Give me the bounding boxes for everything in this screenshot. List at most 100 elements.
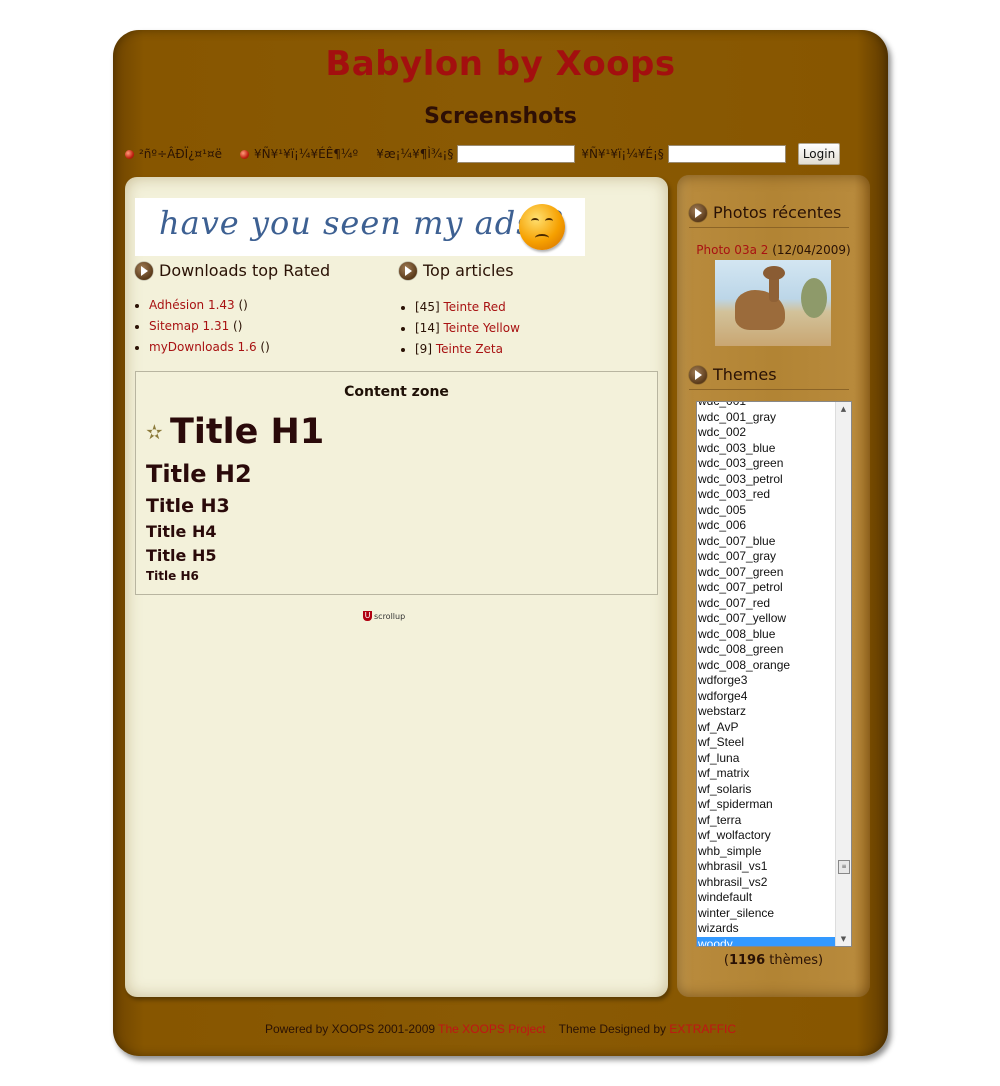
- photo-tree: [801, 278, 827, 318]
- lost-password-link[interactable]: ¥Ñ¥¹¥ï¡¼¥ÉÊ¶¼º: [254, 147, 358, 161]
- login-button[interactable]: Login: [797, 143, 841, 165]
- download-link[interactable]: myDownloads 1.6: [149, 340, 257, 354]
- article-link[interactable]: Teinte Red: [443, 300, 505, 314]
- login-bar: ²ñº÷ÂÐÏ¿¤¹¤ë ¥Ñ¥¹¥ï¡¼¥ÉÊ¶¼º ¥æ¡¼¥¶Ì¾¡§ ¥…: [125, 142, 885, 166]
- heading-h6: Title H6: [146, 569, 199, 583]
- password-label: ¥Ñ¥¹¥ï¡¼¥É¡§: [581, 147, 664, 161]
- themes-block-label: Themes: [713, 365, 777, 384]
- downloads-block-title: Downloads top Rated: [135, 261, 330, 280]
- theme-option[interactable]: whbrasil_vs2: [697, 875, 835, 891]
- articles-block-label: Top articles: [423, 261, 514, 280]
- theme-option[interactable]: wf_wolfactory: [697, 828, 835, 844]
- photo-thumbnail[interactable]: [715, 260, 831, 346]
- theme-option[interactable]: woody: [697, 936, 835, 946]
- arrow-right-icon: [135, 261, 153, 280]
- theme-option[interactable]: wdc_006: [697, 518, 835, 534]
- article-link[interactable]: Teinte Yellow: [443, 321, 519, 335]
- bullet-icon: [240, 149, 250, 159]
- articles-block-title: Top articles: [399, 261, 514, 280]
- article-link[interactable]: Teinte Zeta: [436, 342, 503, 356]
- list-item: Adhésion 1.43 (): [149, 295, 270, 316]
- arrow-right-icon: [689, 365, 707, 384]
- theme-option[interactable]: wdc_003_blue: [697, 441, 835, 457]
- footer-powered: Powered by XOOPS 2001-2009: [264, 1022, 439, 1036]
- theme-option[interactable]: wizards: [697, 921, 835, 937]
- scrollbar-thumb[interactable]: ≡: [838, 860, 850, 874]
- designer-link[interactable]: EXTRAFFIC: [669, 1022, 736, 1036]
- divider: [689, 389, 849, 390]
- right-sidebar: Photos récentes Photo 03a 2 (12/04/2009)…: [677, 175, 870, 997]
- heading-h5: Title H5: [146, 546, 217, 565]
- content-zone-title: Content zone: [344, 384, 449, 400]
- list-item: Sitemap 1.31 (): [149, 316, 270, 337]
- theme-option[interactable]: wf_solaris: [697, 782, 835, 798]
- theme-option[interactable]: wdc_007_gray: [697, 549, 835, 565]
- articles-list: [45] Teinte Red [14] Teinte Yellow [9] T…: [401, 297, 520, 360]
- list-scrollbar[interactable]: ▲ ≡ ▼: [835, 402, 851, 946]
- list-item: [9] Teinte Zeta: [415, 339, 520, 360]
- theme-option[interactable]: wdc_008_green: [697, 642, 835, 658]
- photo-title-link[interactable]: Photo 03a 2: [696, 243, 768, 257]
- theme-option[interactable]: wdc_005: [697, 503, 835, 519]
- scrollup-button[interactable]: U scrollup: [363, 611, 405, 621]
- theme-option[interactable]: wf_Steel: [697, 735, 835, 751]
- theme-select-list[interactable]: wdc_001 wdc_001_gray wdc_002 wdc_003_blue wd…: [696, 401, 852, 947]
- list-item: [45] Teinte Red: [415, 297, 520, 318]
- photos-block-label: Photos récentes: [713, 203, 842, 222]
- theme-option[interactable]: wdc_002: [697, 425, 835, 441]
- page-frame: Babylon by Xoops Screenshots ²ñº÷ÂÐÏ¿¤¹¤…: [113, 30, 888, 1056]
- theme-option[interactable]: wdc_007_petrol: [697, 580, 835, 596]
- register-link[interactable]: ²ñº÷ÂÐÏ¿¤¹¤ë: [139, 147, 222, 161]
- theme-option[interactable]: whbrasil_vs1: [697, 859, 835, 875]
- scroll-up-arrow-icon[interactable]: ▲: [836, 402, 851, 416]
- theme-count: (1196 thèmes): [677, 953, 870, 968]
- password-input[interactable]: [667, 145, 786, 163]
- theme-option[interactable]: wf_spiderman: [697, 797, 835, 813]
- download-link[interactable]: Sitemap 1.31: [149, 319, 229, 333]
- theme-option[interactable]: windefault: [697, 890, 835, 906]
- footer: Powered by XOOPS 2001-2009 The XOOPS Pro…: [113, 1022, 888, 1036]
- xoops-project-link[interactable]: The XOOPS Project: [438, 1022, 545, 1036]
- downloads-list: Adhésion 1.43 () Sitemap 1.31 () myDownl…: [135, 295, 270, 358]
- theme-option[interactable]: wdc_003_red: [697, 487, 835, 503]
- bullet-icon: [125, 149, 134, 159]
- theme-option[interactable]: wdc_007_red: [697, 596, 835, 612]
- ads-text: have you seen my ads ?: [159, 204, 563, 242]
- download-suffix: (): [229, 319, 243, 333]
- theme-option[interactable]: wdc_007_green: [697, 565, 835, 581]
- theme-option[interactable]: wf_luna: [697, 751, 835, 767]
- downloads-block-label: Downloads top Rated: [159, 261, 331, 280]
- download-suffix: (): [256, 340, 270, 354]
- theme-option[interactable]: wf_terra: [697, 813, 835, 829]
- count-number: 1196: [728, 953, 766, 968]
- photo-date: (12/04/2009): [768, 243, 851, 257]
- theme-option[interactable]: wdc_008_orange: [697, 658, 835, 674]
- theme-option[interactable]: wf_matrix: [697, 766, 835, 782]
- scroll-down-arrow-icon[interactable]: ▼: [836, 932, 851, 946]
- arrow-right-icon: [689, 203, 707, 222]
- theme-option[interactable]: wf_AvP: [697, 720, 835, 736]
- theme-option[interactable]: wdc_001: [697, 402, 835, 410]
- theme-option[interactable]: wdc_003_petrol: [697, 472, 835, 488]
- theme-option[interactable]: wdc_007_yellow: [697, 611, 835, 627]
- list-item: [14] Teinte Yellow: [415, 318, 520, 339]
- site-slogan: Screenshots: [424, 104, 577, 129]
- theme-options: wdc_001 wdc_001_gray wdc_002 wdc_003_blue wd…: [697, 402, 835, 946]
- ads-banner[interactable]: have you seen my ads ?: [135, 198, 585, 256]
- theme-option[interactable]: wdforge3: [697, 673, 835, 689]
- download-link[interactable]: Adhésion 1.43: [149, 298, 235, 312]
- theme-option[interactable]: whb_simple: [697, 844, 835, 860]
- content-zone: Content zone ✫ Title H1 Title H2 Title H…: [135, 371, 658, 595]
- theme-option[interactable]: wdc_008_blue: [697, 627, 835, 643]
- article-count: [9]: [415, 342, 436, 356]
- theme-option[interactable]: wdc_001_gray: [697, 410, 835, 426]
- theme-option[interactable]: wdc_003_green: [697, 456, 835, 472]
- username-input[interactable]: [457, 145, 576, 163]
- smiley-eye: [545, 218, 553, 224]
- site-title[interactable]: Babylon by Xoops: [113, 44, 888, 84]
- theme-option[interactable]: wdforge4: [697, 689, 835, 705]
- heading-h4: Title H4: [146, 522, 217, 541]
- theme-option[interactable]: webstarz: [697, 704, 835, 720]
- theme-option[interactable]: wdc_007_blue: [697, 534, 835, 550]
- theme-option[interactable]: winter_silence: [697, 906, 835, 922]
